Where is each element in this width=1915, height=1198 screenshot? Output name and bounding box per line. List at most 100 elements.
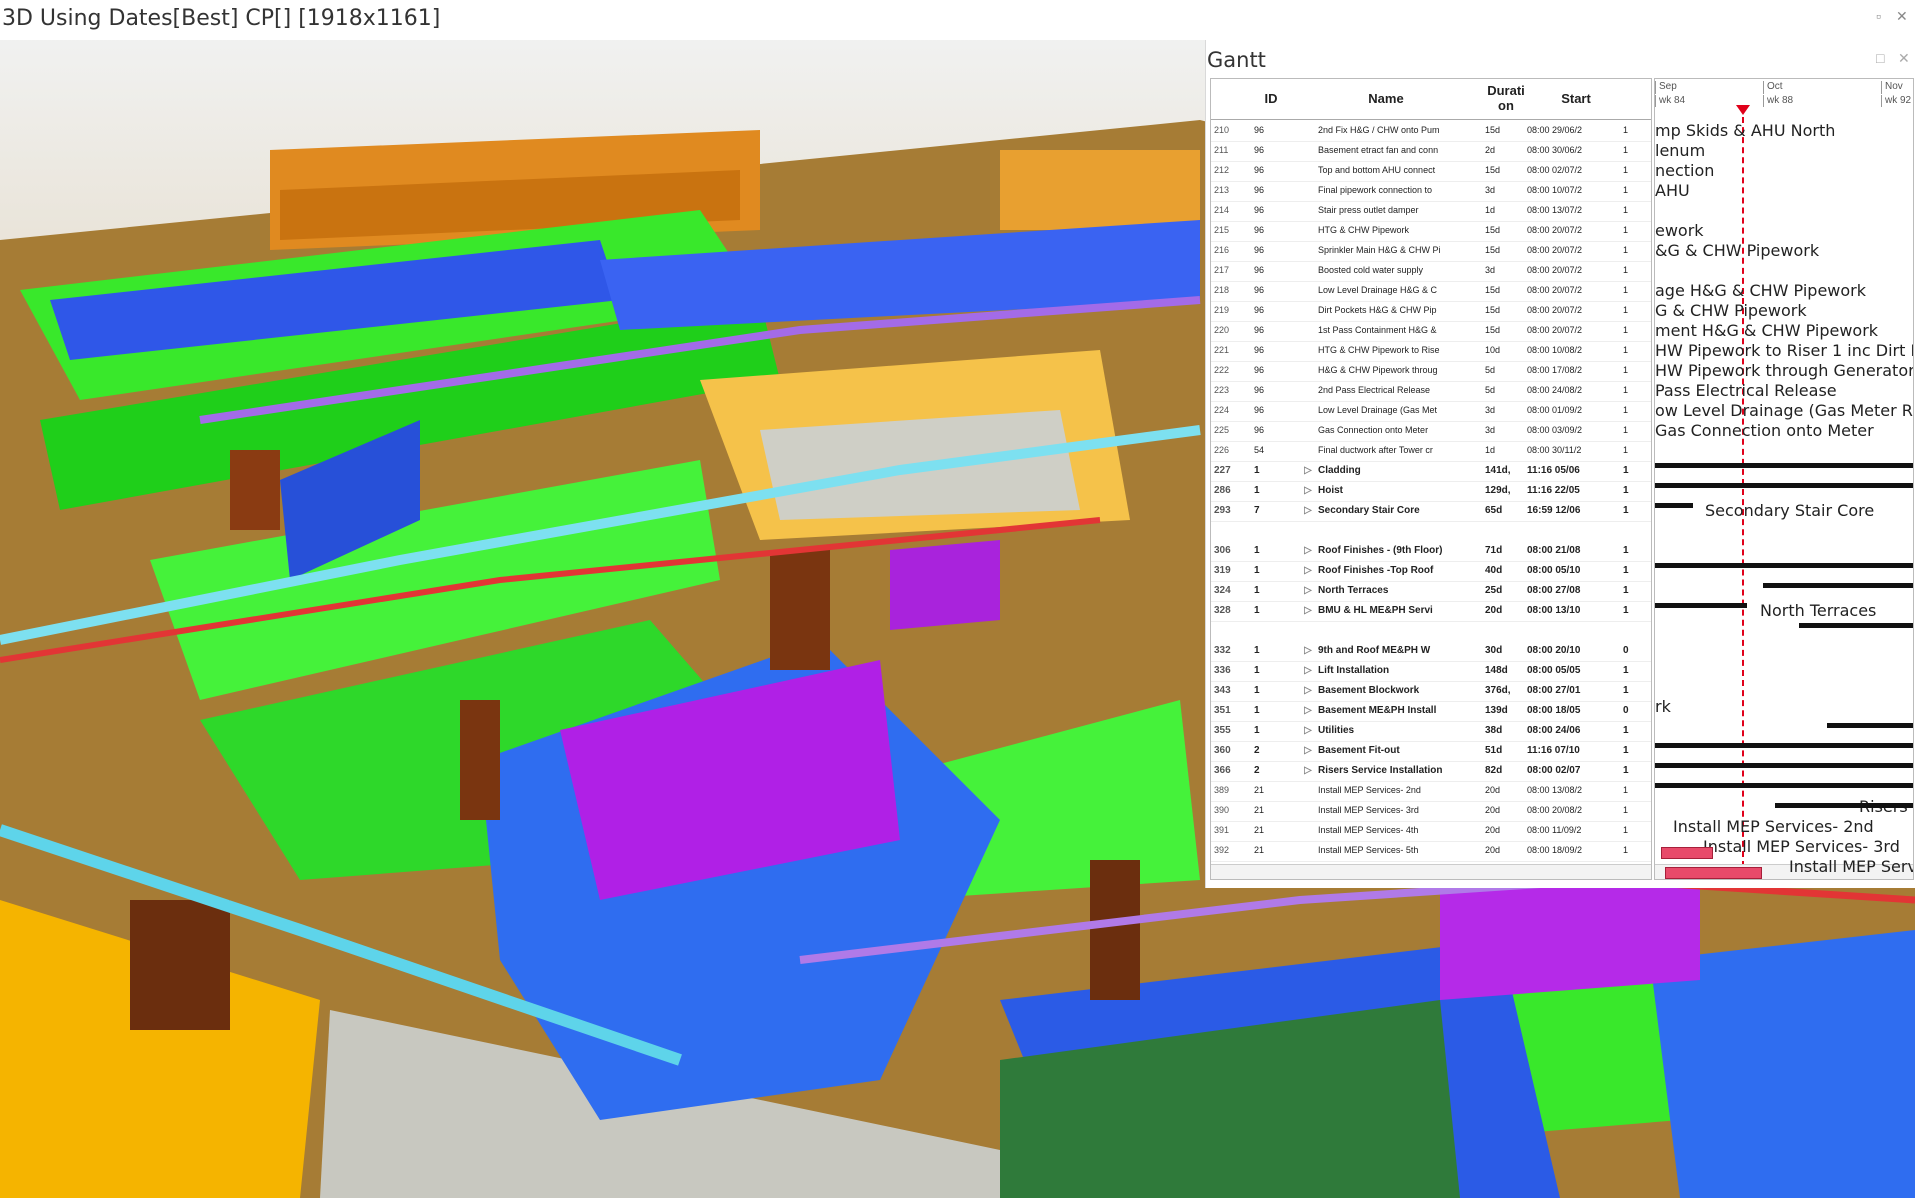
task-row[interactable]: 227 1 Cladding 141d, 11:16 05/06 1 ▷ (1211, 461, 1651, 482)
task-row[interactable]: 355 1 Utilities 38d 08:00 24/06 1 ▷ (1211, 721, 1651, 742)
task-duration: 3d (1485, 265, 1496, 275)
expand-icon[interactable]: ▷ (1304, 685, 1314, 696)
task-id: 96 (1254, 185, 1265, 195)
summary-bar[interactable] (1827, 723, 1913, 728)
task-row[interactable]: 332 1 9th and Roof ME&PH W 30d 08:00 20/10 0 ▷ (1211, 641, 1651, 662)
grid-horizontal-scrollbar[interactable] (1211, 864, 1651, 879)
expand-icon[interactable]: ▷ (1304, 485, 1314, 496)
expand-icon[interactable]: ▷ (1304, 545, 1314, 556)
task-row[interactable]: 336 1 Lift Installation 148d 08:00 05/05 1 ▷ (1211, 661, 1651, 682)
task-row[interactable]: 351 1 Basement ME&PH Install 139d 08:00 18/0… (1211, 701, 1651, 722)
summary-bar[interactable] (1655, 743, 1913, 748)
summary-bar[interactable] (1655, 483, 1913, 488)
task-row[interactable]: 306 1 Roof Finishes - (9th Floor) 71d 08:00 … (1211, 541, 1651, 562)
bar-label: rk (1655, 697, 1671, 716)
task-row[interactable]: 223 96 2nd Pass Electrical Release 5d 08:00 … (1211, 381, 1651, 402)
expand-icon[interactable]: ▷ (1304, 605, 1314, 616)
task-row[interactable]: 218 96 Low Level Drainage H&G & C 15d 08:00 … (1211, 281, 1651, 302)
row-number: 224 (1214, 405, 1230, 415)
bar-label: AHU (1655, 181, 1690, 200)
task-row[interactable]: 319 1 Roof Finishes -Top Roof 40d 08:00 05/1… (1211, 561, 1651, 582)
row-number: 390 (1214, 805, 1230, 815)
task-row[interactable]: 219 96 Dirt Pockets H&G & CHW Pip 15d 08:00 … (1211, 301, 1651, 322)
task-name: Dirt Pockets H&G & CHW Pip (1318, 305, 1437, 315)
task-id: 1 (1254, 705, 1260, 716)
task-row[interactable]: 225 96 Gas Connection onto Meter 3d 08:00 03… (1211, 421, 1651, 442)
task-row[interactable]: 213 96 Final pipework connection to 3d 08:00… (1211, 181, 1651, 202)
task-duration: 82d (1485, 765, 1503, 776)
task-row[interactable]: 293 7 Secondary Stair Core 65d 16:59 12/06 1 ▷ (1211, 501, 1651, 522)
task-row[interactable]: 328 1 BMU & HL ME&PH Servi 20d 08:00 13/10 1 ▷ (1211, 601, 1651, 622)
task-duration: 3d (1485, 185, 1496, 195)
expand-icon[interactable]: ▷ (1304, 725, 1314, 736)
task-row[interactable]: 343 1 Basement Blockwork 376d, 08:00 27/01 1 ▷ (1211, 681, 1651, 702)
task-complete: 0 (1623, 705, 1629, 716)
expand-icon[interactable]: ▷ (1304, 745, 1314, 756)
task-grid[interactable]: ID Name Durati on Start 210 96 2nd Fix H&G… (1210, 78, 1652, 880)
task-row[interactable]: 392 21 Install MEP Services- 5th 20d 08:00 1… (1211, 841, 1651, 862)
task-row[interactable]: 215 96 HTG & CHW Pipework 15d 08:00 20/07/2 1 (1211, 221, 1651, 242)
task-row[interactable]: 389 21 Install MEP Services- 2nd 20d 08:00 1… (1211, 781, 1651, 802)
task-duration: 15d (1485, 325, 1501, 335)
task-row[interactable]: 216 96 Sprinkler Main H&G & CHW Pi 15d 08:00… (1211, 241, 1651, 262)
expand-icon[interactable]: ▷ (1304, 585, 1314, 596)
maximize-icon[interactable]: □ (1876, 50, 1884, 66)
expand-icon[interactable]: ▷ (1304, 665, 1314, 676)
task-row[interactable]: 324 1 North Terraces 25d 08:00 27/08 1 ▷ (1211, 581, 1651, 602)
close-panel-icon[interactable]: ✕ (1898, 50, 1910, 67)
task-complete: 1 (1623, 345, 1629, 355)
expand-icon[interactable]: ▷ (1304, 705, 1314, 716)
task-bar[interactable] (1665, 867, 1762, 879)
task-name: Final ductwork after Tower cr (1318, 445, 1433, 455)
restore-icon[interactable]: ▫ (1876, 8, 1881, 24)
task-row[interactable]: 217 96 Boosted cold water supply 3d 08:00 20… (1211, 261, 1651, 282)
task-row[interactable]: 221 96 HTG & CHW Pipework to Rise 10d 08:00 … (1211, 341, 1651, 362)
task-complete: 1 (1623, 545, 1629, 556)
task-row[interactable]: 212 96 Top and bottom AHU connect 15d 08:00 … (1211, 161, 1651, 182)
summary-bar[interactable] (1655, 563, 1913, 568)
bar-label: HW Pipework through Generator Ro (1655, 361, 1914, 380)
expand-icon[interactable]: ▷ (1304, 505, 1314, 516)
summary-bar[interactable] (1655, 503, 1693, 508)
timeline-month: Sep (1655, 81, 1763, 94)
col-start-header[interactable]: Start (1546, 91, 1606, 106)
expand-icon[interactable]: ▷ (1304, 465, 1314, 476)
task-duration: 1d (1485, 205, 1496, 215)
summary-bar[interactable] (1655, 603, 1747, 608)
task-row[interactable]: 222 96 H&G & CHW Pipework throug 5d 08:00 17… (1211, 361, 1651, 382)
col-id-header[interactable]: ID (1256, 91, 1286, 106)
task-start: 08:00 13/07/2 (1527, 205, 1583, 215)
summary-bar[interactable] (1655, 463, 1913, 468)
task-row[interactable]: 224 96 Low Level Drainage (Gas Met 3d 08:00 … (1211, 401, 1651, 422)
task-row[interactable]: 226 54 Final ductwork after Tower cr 1d 08:0… (1211, 441, 1651, 462)
summary-bar[interactable] (1655, 763, 1913, 768)
bar-label: Install MEP Services- 3rd (1703, 837, 1900, 856)
summary-bar[interactable] (1655, 783, 1913, 788)
task-row[interactable]: 391 21 Install MEP Services- 4th 20d 08:00 1… (1211, 821, 1651, 842)
task-name: Roof Finishes -Top Roof (1318, 565, 1434, 576)
task-row[interactable]: 211 96 Basement etract fan and conn 2d 08:00… (1211, 141, 1651, 162)
expand-icon[interactable]: ▷ (1304, 765, 1314, 776)
task-row[interactable]: 210 96 2nd Fix H&G / CHW onto Pum 15d 08:00 … (1211, 121, 1651, 142)
task-row[interactable]: 366 2 Risers Service Installation 82d 08:00 … (1211, 761, 1651, 782)
expand-icon[interactable]: ▷ (1304, 645, 1314, 656)
task-bar[interactable] (1661, 847, 1713, 859)
task-row[interactable]: 220 96 1st Pass Containment H&G & 15d 08:00 … (1211, 321, 1651, 342)
close-icon[interactable]: ✕ (1896, 8, 1908, 25)
col-duration-header[interactable]: Durati on (1481, 83, 1531, 113)
task-duration: 3d (1485, 405, 1496, 415)
col-name-header[interactable]: Name (1331, 91, 1441, 106)
summary-bar[interactable] (1763, 583, 1913, 588)
task-row[interactable]: 214 96 Stair press outlet damper 1d 08:00 13… (1211, 201, 1651, 222)
task-row[interactable]: 286 1 Hoist 129d, 11:16 22/05 1 ▷ (1211, 481, 1651, 502)
row-number: 343 (1214, 685, 1231, 696)
task-start: 08:00 03/09/2 (1527, 425, 1583, 435)
task-duration: 15d (1485, 225, 1501, 235)
summary-bar[interactable] (1775, 803, 1913, 808)
task-row[interactable]: 360 2 Basement Fit-out 51d 11:16 07/10 1 ▷ (1211, 741, 1651, 762)
summary-bar[interactable] (1799, 623, 1913, 628)
gantt-chart[interactable]: Sep Oct Nov wk 84 wk 88 wk 92 mp Skids &… (1654, 78, 1914, 880)
task-row[interactable]: 390 21 Install MEP Services- 3rd 20d 08:00 2… (1211, 801, 1651, 822)
task-start: 08:00 30/06/2 (1527, 145, 1583, 155)
expand-icon[interactable]: ▷ (1304, 565, 1314, 576)
